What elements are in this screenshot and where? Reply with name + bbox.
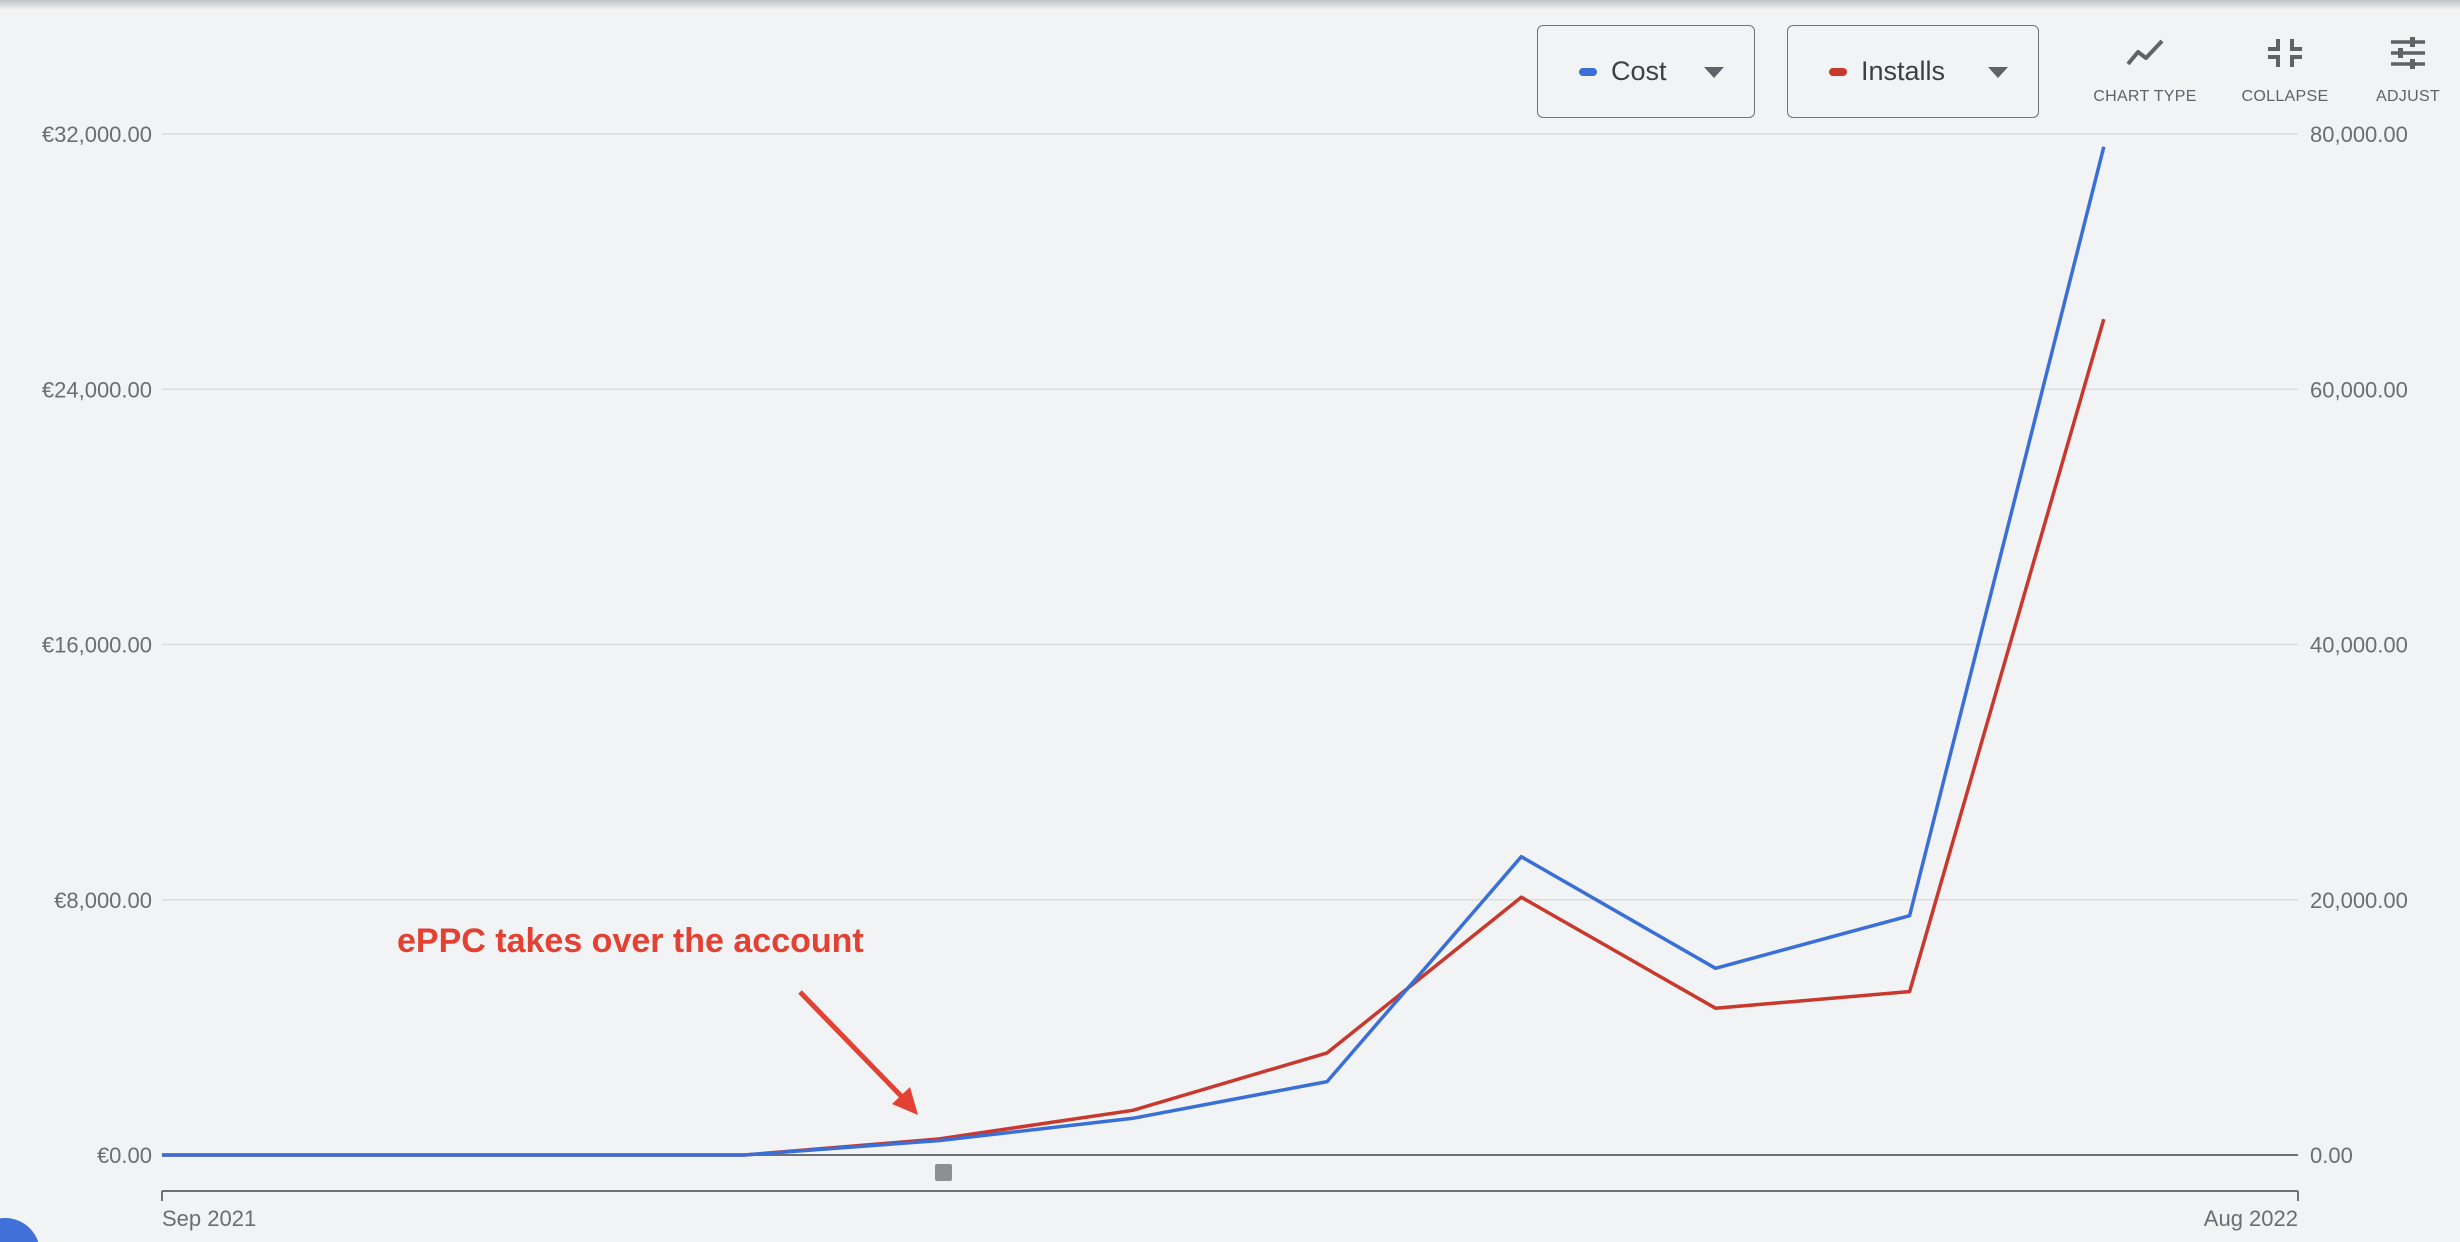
- annotation-marker[interactable]: [935, 1164, 952, 1181]
- y-right-tick-label: 80,000.00: [2310, 122, 2408, 147]
- y-left-tick-label: €32,000.00: [42, 122, 152, 147]
- y-right-tick-label: 20,000.00: [2310, 888, 2408, 913]
- y-left-tick-label: €8,000.00: [54, 888, 152, 913]
- annotation-text: ePPC takes over the account: [397, 922, 864, 960]
- y-right-tick-label: 40,000.00: [2310, 633, 2408, 658]
- series-line-installs: [162, 318, 2106, 1157]
- y-left-tick-label: €16,000.00: [42, 633, 152, 658]
- series-line-cost: [162, 146, 2106, 1157]
- y-right-tick-label: 60,000.00: [2310, 377, 2408, 402]
- line-chart: €0.00 €8,000.00 €16,000.00 €24,000.00 €32,00…: [42, 122, 2408, 1231]
- y-right-tick-label: 0.00: [2310, 1143, 2353, 1168]
- y-left-tick-label: €0.00: [97, 1143, 152, 1168]
- y-left-tick-label: €24,000.00: [42, 377, 152, 402]
- chart-card: Cost Installs CHART TYPE COLLAPSE ADJUST…: [0, 0, 2460, 1242]
- x-tick-label: Aug 2022: [2204, 1206, 2298, 1231]
- x-tick-label: Sep 2021: [162, 1206, 256, 1231]
- annotation-arrow: [798, 990, 918, 1115]
